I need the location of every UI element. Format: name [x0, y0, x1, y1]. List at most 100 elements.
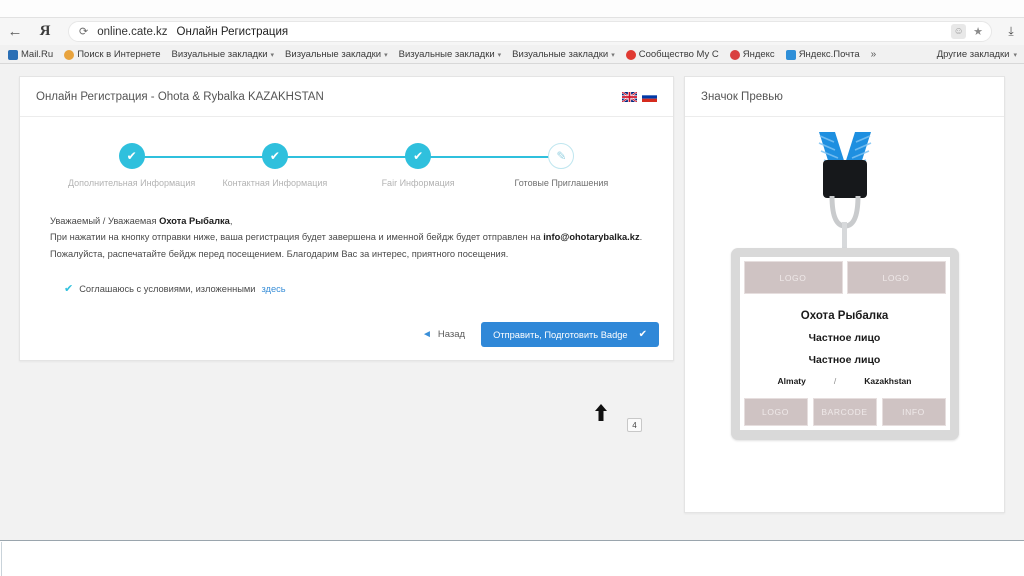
bookmark-item[interactable]: Яндекс.Почта	[786, 49, 860, 60]
registration-card-header: Онлайн Регистрация - Ohota & Rybalka KAZ…	[20, 77, 673, 117]
chevron-down-icon: ▾	[1013, 51, 1017, 59]
form-actions: ◄ Назад Отправить, Подготовить Badge ✔	[422, 322, 659, 347]
bookmark-item[interactable]: Визуальные закладки ▾	[512, 49, 615, 60]
back-arrow-icon[interactable]: ←	[0, 18, 30, 45]
bookmark-item[interactable]: Визуальные закладки ▾	[171, 49, 274, 60]
confirmation-message: Уважаемый / Уважаемая Охота Рыбалка, При…	[50, 213, 643, 262]
page-content: Онлайн Регистрация - Ohota & Rybalka KAZ…	[0, 64, 1024, 540]
registration-email: info@ohotarybalka.kz	[543, 232, 639, 242]
terms-link[interactable]: здесь	[261, 284, 285, 294]
yandex-mail-favicon	[786, 50, 796, 60]
stepper-step-label: Дополнительная Информация	[60, 178, 203, 188]
badge-name: Охота Рыбалка	[801, 310, 888, 322]
badge-card: LOGO LOGO Охота Рыбалка Частное лицо Час…	[731, 248, 959, 440]
badge-barcode-placeholder: BARCODE	[813, 398, 877, 426]
bookmark-label: Визуальные закладки	[285, 49, 381, 60]
check-icon: ✔	[262, 143, 288, 169]
message-part-1: При нажатии на кнопку отправки ниже, ваш…	[50, 232, 543, 242]
consent-row[interactable]: ✔ Соглашаюсь с условиями, изложенными зд…	[64, 284, 673, 295]
bottom-strip	[0, 540, 1024, 576]
download-icon[interactable]: ⤓	[998, 18, 1024, 45]
badge-logo-row: LOGO LOGO	[740, 257, 950, 298]
lanyard-clip-icon	[785, 130, 905, 260]
bookmark-item[interactable]: Визуальные закладки ▾	[399, 49, 502, 60]
bookmark-label: Визуальные закладки	[399, 49, 495, 60]
stepper-step-2[interactable]: ✔ Контактная Информация	[203, 143, 346, 188]
badge-footer-row: LOGO BARCODE INFO	[740, 394, 950, 430]
cursor-arrow-icon	[594, 404, 608, 422]
chevron-down-icon[interactable]: ▾	[384, 51, 388, 59]
check-icon: ✔	[405, 143, 431, 169]
badge-city: Almaty	[778, 376, 806, 386]
stepper-step-label: Fair Информация	[347, 178, 490, 188]
badge-preview-card: Значок Превью	[684, 76, 1005, 513]
submit-button-label: Отправить, Подготовить Badge	[493, 330, 628, 340]
chevron-down-icon[interactable]: ▾	[611, 51, 615, 59]
badge-info-placeholder: INFO	[882, 398, 946, 426]
badge-subtitle-2: Частное лицо	[809, 354, 881, 366]
back-button[interactable]: ◄ Назад	[422, 329, 465, 340]
address-bar-actions: ☺ ★	[951, 24, 985, 39]
stepper-step-4[interactable]: ✎ Готовые Приглашения	[490, 143, 633, 188]
url-bar-row: ← Я ⟳ online.cate.kz Онлайн Регистрация …	[0, 18, 1024, 45]
opera-favicon	[626, 50, 636, 60]
greeting-suffix: ,	[230, 216, 233, 226]
yandex-favicon	[730, 50, 740, 60]
chevron-down-icon[interactable]: ▾	[271, 51, 275, 59]
bookmark-label: Яндекс	[743, 49, 775, 60]
bookmark-label: Визуальные закладки	[512, 49, 608, 60]
address-bar-title: Онлайн Регистрация	[177, 26, 289, 38]
bookmark-label: Яндекс.Почта	[799, 49, 860, 60]
bookmark-item[interactable]: Поиск в Интернете	[64, 49, 160, 60]
badge-subtitle-1: Частное лицо	[809, 332, 881, 344]
english-flag[interactable]	[622, 92, 637, 102]
tab-strip[interactable]	[0, 0, 1024, 18]
registration-card: Онлайн Регистрация - Ohota & Rybalka KAZ…	[19, 76, 674, 361]
greeting-line: Уважаемый / Уважаемая Охота Рыбалка,	[50, 213, 643, 229]
search-favicon	[64, 50, 74, 60]
badge-details: Охота Рыбалка Частное лицо Частное лицо …	[740, 298, 950, 394]
badge-location: Almaty / Kazakhstan	[778, 376, 912, 386]
badge-preview-header: Значок Превью	[685, 77, 1004, 117]
other-bookmarks-button[interactable]: Другие закладки ▾	[937, 45, 1017, 64]
check-icon: ✔	[639, 329, 647, 340]
other-bookmarks-label: Другие закладки	[937, 49, 1010, 60]
check-icon[interactable]: ✔	[64, 284, 73, 295]
consent-label: Соглашаюсь с условиями, изложенными	[79, 284, 255, 294]
stepper-step-3[interactable]: ✔ Fair Информация	[347, 143, 490, 188]
check-icon: ✔	[119, 143, 145, 169]
russian-flag[interactable]	[642, 92, 657, 102]
bookmark-label: Mail.Ru	[21, 49, 53, 60]
smiley-icon[interactable]: ☺	[951, 24, 966, 39]
language-switcher	[622, 92, 657, 102]
bookmarks-overflow-icon[interactable]: »	[871, 49, 877, 60]
progress-stepper: ✔ Дополнительная Информация ✔ Контактная…	[60, 143, 633, 199]
bookmark-item[interactable]: Mail.Ru	[8, 49, 53, 60]
bookmark-item[interactable]: Сообщество My C	[626, 49, 719, 60]
message-part-3: распечатайте бейдж перед посещением. Бла…	[108, 249, 509, 259]
stepper-step-1[interactable]: ✔ Дополнительная Информация	[60, 143, 203, 188]
address-bar-url: online.cate.kz	[97, 26, 167, 38]
mailru-favicon	[8, 50, 18, 60]
chevron-down-icon[interactable]: ▾	[498, 51, 502, 59]
bookmark-item[interactable]: Визуальные закладки ▾	[285, 49, 388, 60]
page-title: Онлайн Регистрация - Ohota & Rybalka KAZ…	[36, 91, 324, 103]
submit-button[interactable]: Отправить, Подготовить Badge ✔	[481, 322, 659, 347]
left-arrow-icon: ◄	[422, 329, 432, 340]
pencil-icon: ✎	[548, 143, 574, 169]
badge-preview-body: LOGO LOGO Охота Рыбалка Частное лицо Час…	[685, 117, 1004, 511]
message-paragraph: При нажатии на кнопку отправки ниже, ваш…	[50, 229, 643, 262]
status-badge: 4	[627, 418, 642, 432]
stepper-step-label: Готовые Приглашения	[490, 178, 633, 188]
bookmark-item[interactable]: Яндекс	[730, 49, 775, 60]
reload-icon[interactable]: ⟳	[79, 25, 88, 38]
badge-footer-logo-placeholder: LOGO	[744, 398, 808, 426]
stepper-steps: ✔ Дополнительная Информация ✔ Контактная…	[60, 143, 633, 188]
address-bar[interactable]: ⟳ online.cate.kz Онлайн Регистрация ☺ ★	[68, 21, 992, 42]
bookmark-label: Поиск в Интернете	[77, 49, 160, 60]
browser-chrome: ← Я ⟳ online.cate.kz Онлайн Регистрация …	[0, 0, 1024, 64]
back-button-label: Назад	[438, 329, 465, 340]
yandex-logo-icon[interactable]: Я	[30, 18, 60, 45]
bookmark-label: Визуальные закладки	[171, 49, 267, 60]
star-icon[interactable]: ★	[973, 25, 983, 38]
